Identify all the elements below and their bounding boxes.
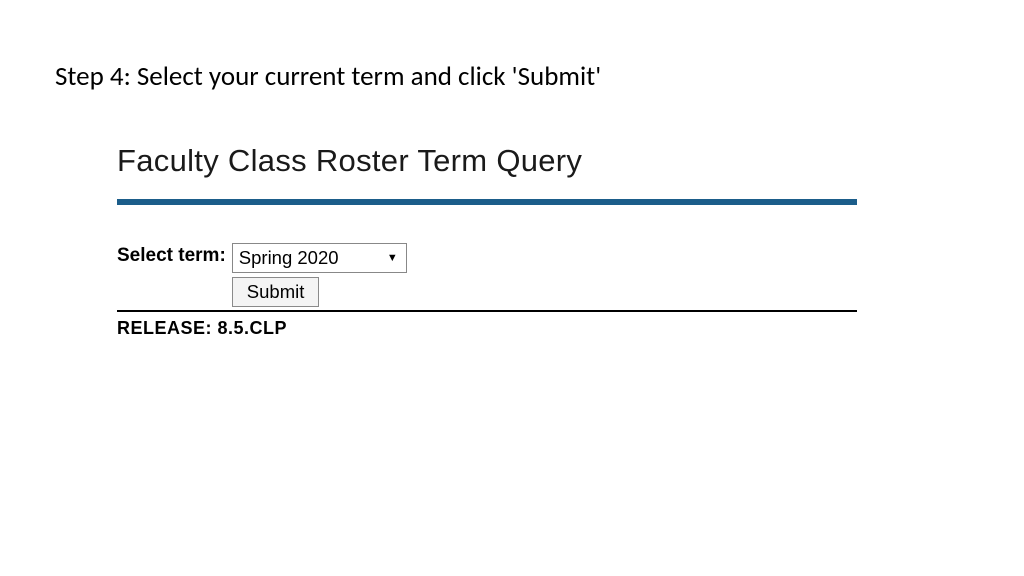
release-version: RELEASE: 8.5.CLP — [117, 318, 857, 339]
chevron-down-icon: ▼ — [387, 252, 398, 264]
bottom-divider — [117, 310, 857, 312]
title-divider — [117, 199, 857, 205]
form-panel: Faculty Class Roster Term Query Select t… — [117, 143, 857, 339]
form-controls: Spring 2020 ▼ Submit — [232, 243, 407, 307]
term-select[interactable]: Spring 2020 ▼ — [232, 243, 407, 273]
step-instruction: Step 4: Select your current term and cli… — [55, 60, 969, 93]
select-term-label: Select term: — [117, 243, 226, 267]
term-select-value: Spring 2020 — [239, 247, 339, 269]
page-title: Faculty Class Roster Term Query — [117, 143, 857, 179]
term-form-row: Select term: Spring 2020 ▼ Submit — [117, 243, 857, 307]
submit-button[interactable]: Submit — [232, 277, 320, 307]
